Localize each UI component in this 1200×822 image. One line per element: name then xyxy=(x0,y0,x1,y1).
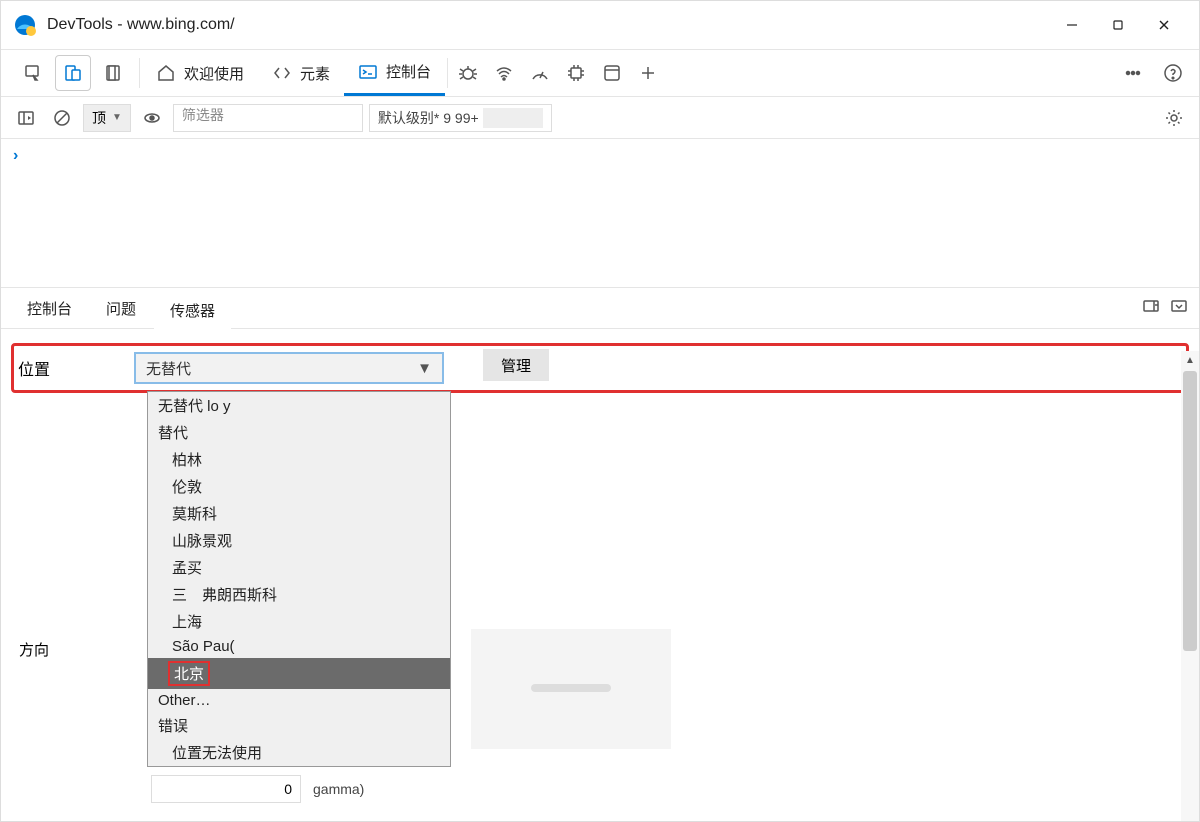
memory-icon[interactable] xyxy=(558,55,594,91)
drawer-tabs: 控制台 问题 传感器 xyxy=(1,287,1199,329)
console-filter-bar: 顶 ▼ 筛选器 默认级别* 9 99+ xyxy=(1,97,1199,139)
dropdown-option-san-francisco[interactable]: 三 弗朗西斯科 xyxy=(148,581,450,608)
sidebar-toggle-button[interactable] xyxy=(11,104,41,132)
dropdown-option-mountain-view[interactable]: 山脉景观 xyxy=(148,527,450,554)
tab-welcome-label: 欢迎使用 xyxy=(184,63,244,84)
network-icon[interactable] xyxy=(486,55,522,91)
drawer-tab-issues[interactable]: 问题 xyxy=(90,288,152,328)
dropdown-option-mumbai[interactable]: 孟买 xyxy=(148,554,450,581)
dropdown-option-london[interactable]: 伦敦 xyxy=(148,473,450,500)
dropdown-option-beijing-label: 北京 xyxy=(168,661,210,686)
location-row-highlight: 位置 无替代 ▼ xyxy=(11,343,1189,393)
dropdown-option-berlin[interactable]: 柏林 xyxy=(148,446,450,473)
scrollbar-thumb[interactable] xyxy=(1183,371,1197,651)
performance-icon[interactable] xyxy=(522,55,558,91)
dock-button[interactable] xyxy=(1141,296,1161,321)
orientation-preview xyxy=(471,629,671,749)
console-output[interactable]: › xyxy=(1,139,1199,287)
orientation-label: 方向 xyxy=(19,639,49,660)
minimize-button[interactable] xyxy=(1049,5,1095,45)
dropdown-option-no-override[interactable]: 无替代 lo y xyxy=(148,392,450,419)
more-button[interactable] xyxy=(1115,55,1151,91)
log-level-label: 默认级别* 9 99+ xyxy=(378,108,479,128)
location-label: 位置 xyxy=(18,356,134,380)
clear-console-button[interactable] xyxy=(47,104,77,132)
scroll-up-icon[interactable]: ▲ xyxy=(1181,351,1199,369)
gamma-label: gamma) xyxy=(313,781,364,797)
tab-elements[interactable]: 元素 xyxy=(258,50,344,96)
app-icon xyxy=(13,13,37,37)
context-selector[interactable]: 顶 ▼ xyxy=(83,104,131,132)
tab-console-label: 控制台 xyxy=(386,61,431,82)
maximize-button[interactable] xyxy=(1095,5,1141,45)
console-prompt-icon: › xyxy=(13,147,18,164)
screencast-button[interactable] xyxy=(95,55,131,91)
inspect-button[interactable] xyxy=(15,55,51,91)
main-toolbar: 欢迎使用 元素 控制台 xyxy=(1,49,1199,97)
dropdown-group-error: 错误 xyxy=(148,712,450,739)
dropdown-option-other[interactable]: Other… xyxy=(148,689,450,712)
tab-elements-label: 元素 xyxy=(300,63,330,84)
device-toggle-button[interactable] xyxy=(55,55,91,91)
location-select[interactable]: 无替代 ▼ xyxy=(134,352,444,384)
drawer-tab-console[interactable]: 控制台 xyxy=(11,288,88,328)
dropdown-option-moscow[interactable]: 莫斯科 xyxy=(148,500,450,527)
context-label: 顶 xyxy=(92,108,106,128)
settings-button[interactable] xyxy=(1159,104,1189,132)
dropdown-option-beijing[interactable]: 北京 xyxy=(148,658,450,689)
gamma-input[interactable]: 0 xyxy=(151,775,301,803)
add-tab-button[interactable] xyxy=(630,55,666,91)
drawer-tab-sensors[interactable]: 传感器 xyxy=(154,289,231,329)
tab-welcome[interactable]: 欢迎使用 xyxy=(142,50,258,96)
close-button[interactable] xyxy=(1141,5,1187,45)
dropdown-option-shanghai[interactable]: 上海 xyxy=(148,608,450,635)
filter-input[interactable]: 筛选器 xyxy=(173,104,363,132)
location-dropdown: 无替代 lo y 替代 柏林 伦敦 莫斯科 山脉景观 孟买 三 弗朗西斯科 上海… xyxy=(147,391,451,767)
sensors-panel: 位置 无替代 ▼ 管理 无替代 lo y 替代 柏林 伦敦 莫斯科 山脉景观 孟… xyxy=(1,329,1199,407)
location-select-value: 无替代 xyxy=(146,358,191,379)
application-icon[interactable] xyxy=(594,55,630,91)
caret-down-icon: ▼ xyxy=(112,112,122,123)
vertical-scrollbar[interactable]: ▲ xyxy=(1181,351,1199,821)
window-title: DevTools - www.bing.com/ xyxy=(47,16,1049,34)
live-expression-button[interactable] xyxy=(137,104,167,132)
caret-down-icon: ▼ xyxy=(417,360,432,377)
window-titlebar: DevTools - www.bing.com/ xyxy=(1,1,1199,49)
dropdown-option-unavailable[interactable]: 位置无法使用 xyxy=(148,739,450,766)
collapse-drawer-button[interactable] xyxy=(1169,296,1189,321)
help-button[interactable] xyxy=(1155,55,1191,91)
log-level-selector[interactable]: 默认级别* 9 99+ xyxy=(369,104,552,132)
tab-console[interactable]: 控制台 xyxy=(344,50,445,96)
dropdown-group-override: 替代 xyxy=(148,419,450,446)
bug-icon[interactable] xyxy=(450,55,486,91)
manage-button[interactable]: 管理 xyxy=(483,349,549,381)
dropdown-option-sao-paulo[interactable]: São Pau( xyxy=(148,635,450,658)
drawer-add-tab-button[interactable] xyxy=(233,288,265,328)
